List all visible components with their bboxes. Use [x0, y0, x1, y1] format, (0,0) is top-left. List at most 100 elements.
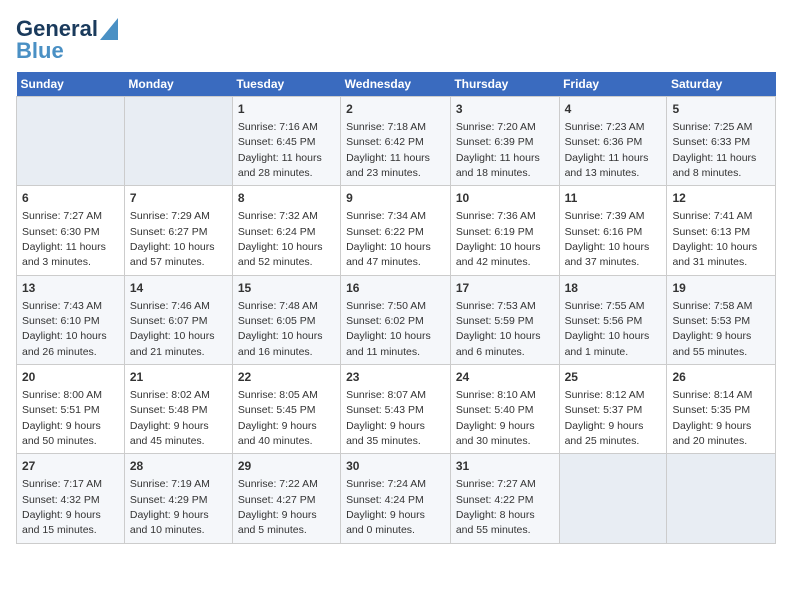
calendar-cell: 9Sunrise: 7:34 AM Sunset: 6:22 PM Daylig… — [341, 186, 451, 275]
day-info: Sunrise: 8:14 AM Sunset: 5:35 PM Dayligh… — [672, 389, 752, 447]
day-info: Sunrise: 7:55 AM Sunset: 5:56 PM Dayligh… — [565, 300, 650, 358]
day-info: Sunrise: 7:27 AM Sunset: 6:30 PM Dayligh… — [22, 210, 106, 268]
calendar-cell: 2Sunrise: 7:18 AM Sunset: 6:42 PM Daylig… — [341, 97, 451, 186]
calendar-header-row: SundayMondayTuesdayWednesdayThursdayFrid… — [17, 72, 776, 97]
day-info: Sunrise: 7:16 AM Sunset: 6:45 PM Dayligh… — [238, 121, 322, 179]
header-monday: Monday — [124, 72, 232, 97]
logo-triangle-icon — [100, 18, 118, 40]
day-info: Sunrise: 8:07 AM Sunset: 5:43 PM Dayligh… — [346, 389, 426, 447]
calendar-cell: 12 Sunrise: 7:41 AM Sunset: 6:13 PM Dayli… — [667, 186, 776, 275]
day-number: 12 — [672, 190, 770, 207]
day-info: Sunrise: 7:19 AM Sunset: 4:29 PM Dayligh… — [130, 478, 210, 536]
day-number: 26 — [672, 369, 770, 386]
day-number: 3 — [456, 101, 554, 118]
day-info: Sunrise: 7:27 AM Sunset: 4:22 PM Dayligh… — [456, 478, 536, 536]
calendar-cell — [667, 454, 776, 543]
calendar-cell: 31 Sunrise: 7:27 AM Sunset: 4:22 PM Dayli… — [450, 454, 559, 543]
calendar-cell — [559, 454, 667, 543]
day-number: 1 — [238, 101, 335, 118]
page-header: General Blue — [16, 16, 776, 64]
day-number: 5 — [672, 101, 770, 118]
day-info: Sunrise: 7:24 AM Sunset: 4:24 PM Dayligh… — [346, 478, 426, 536]
calendar-cell: 5Sunrise: 7:25 AM Sunset: 6:33 PM Daylig… — [667, 97, 776, 186]
day-info: Sunrise: 7:17 AM Sunset: 4:32 PM Dayligh… — [22, 478, 102, 536]
calendar-week-row: 1 Sunrise: 7:16 AM Sunset: 6:45 PM Daylig… — [17, 97, 776, 186]
day-number: 29 — [238, 458, 335, 475]
day-info: Sunrise: 7:58 AM Sunset: 5:53 PM Dayligh… — [672, 300, 752, 358]
day-info: Sunrise: 7:20 AM Sunset: 6:39 PM Dayligh… — [456, 121, 540, 179]
day-number: 10 — [456, 190, 554, 207]
day-info: Sunrise: 7:46 AM Sunset: 6:07 PM Dayligh… — [130, 300, 215, 358]
calendar-week-row: 20 Sunrise: 8:00 AM Sunset: 5:51 PM Dayli… — [17, 365, 776, 454]
day-number: 27 — [22, 458, 119, 475]
calendar-cell: 11 Sunrise: 7:39 AM Sunset: 6:16 PM Dayli… — [559, 186, 667, 275]
calendar-cell: 21 Sunrise: 8:02 AM Sunset: 5:48 PM Dayli… — [124, 365, 232, 454]
calendar-table: SundayMondayTuesdayWednesdayThursdayFrid… — [16, 72, 776, 544]
day-info: Sunrise: 8:12 AM Sunset: 5:37 PM Dayligh… — [565, 389, 645, 447]
header-wednesday: Wednesday — [341, 72, 451, 97]
day-number: 17 — [456, 280, 554, 297]
day-number: 7 — [130, 190, 227, 207]
calendar-cell: 14 Sunrise: 7:46 AM Sunset: 6:07 PM Dayli… — [124, 275, 232, 364]
day-info: Sunrise: 7:39 AM Sunset: 6:16 PM Dayligh… — [565, 210, 650, 268]
day-number: 2 — [346, 101, 445, 118]
day-number: 25 — [565, 369, 662, 386]
calendar-week-row: 6 Sunrise: 7:27 AM Sunset: 6:30 PM Daylig… — [17, 186, 776, 275]
calendar-cell — [124, 97, 232, 186]
day-number: 21 — [130, 369, 227, 386]
day-info: Sunrise: 7:32 AM Sunset: 6:24 PM Dayligh… — [238, 210, 323, 268]
calendar-cell: 24Sunrise: 8:10 AM Sunset: 5:40 PM Dayli… — [450, 365, 559, 454]
calendar-cell: 8 Sunrise: 7:32 AM Sunset: 6:24 PM Daylig… — [232, 186, 340, 275]
day-number: 30 — [346, 458, 445, 475]
day-info: Sunrise: 7:43 AM Sunset: 6:10 PM Dayligh… — [22, 300, 107, 358]
day-number: 18 — [565, 280, 662, 297]
calendar-cell: 30 Sunrise: 7:24 AM Sunset: 4:24 PM Dayli… — [341, 454, 451, 543]
day-number: 14 — [130, 280, 227, 297]
day-number: 8 — [238, 190, 335, 207]
day-number: 11 — [565, 190, 662, 207]
day-number: 13 — [22, 280, 119, 297]
day-info: Sunrise: 7:53 AM Sunset: 5:59 PM Dayligh… — [456, 300, 541, 358]
day-info: Sunrise: 7:41 AM Sunset: 6:13 PM Dayligh… — [672, 210, 757, 268]
day-info: Sunrise: 7:34 AM Sunset: 6:22 PM Dayligh… — [346, 210, 431, 268]
calendar-cell: 16Sunrise: 7:50 AM Sunset: 6:02 PM Dayli… — [341, 275, 451, 364]
calendar-cell: 28Sunrise: 7:19 AM Sunset: 4:29 PM Dayli… — [124, 454, 232, 543]
day-number: 24 — [456, 369, 554, 386]
calendar-cell: 26 Sunrise: 8:14 AM Sunset: 5:35 PM Dayli… — [667, 365, 776, 454]
calendar-cell: 15 Sunrise: 7:48 AM Sunset: 6:05 PM Dayli… — [232, 275, 340, 364]
calendar-cell: 3 Sunrise: 7:20 AM Sunset: 6:39 PM Daylig… — [450, 97, 559, 186]
calendar-cell: 6 Sunrise: 7:27 AM Sunset: 6:30 PM Daylig… — [17, 186, 125, 275]
calendar-cell — [17, 97, 125, 186]
day-number: 4 — [565, 101, 662, 118]
header-friday: Friday — [559, 72, 667, 97]
logo: General Blue — [16, 16, 118, 64]
calendar-cell: 29 Sunrise: 7:22 AM Sunset: 4:27 PM Dayli… — [232, 454, 340, 543]
day-info: Sunrise: 8:02 AM Sunset: 5:48 PM Dayligh… — [130, 389, 210, 447]
day-info: Sunrise: 7:23 AM Sunset: 6:36 PM Dayligh… — [565, 121, 649, 179]
day-info: Sunrise: 7:48 AM Sunset: 6:05 PM Dayligh… — [238, 300, 323, 358]
calendar-cell: 10 Sunrise: 7:36 AM Sunset: 6:19 PM Dayli… — [450, 186, 559, 275]
calendar-cell: 22Sunrise: 8:05 AM Sunset: 5:45 PM Dayli… — [232, 365, 340, 454]
day-number: 6 — [22, 190, 119, 207]
header-thursday: Thursday — [450, 72, 559, 97]
logo-blue: Blue — [16, 38, 64, 64]
day-info: Sunrise: 7:36 AM Sunset: 6:19 PM Dayligh… — [456, 210, 541, 268]
calendar-cell: 18 Sunrise: 7:55 AM Sunset: 5:56 PM Dayli… — [559, 275, 667, 364]
header-sunday: Sunday — [17, 72, 125, 97]
calendar-week-row: 27 Sunrise: 7:17 AM Sunset: 4:32 PM Dayli… — [17, 454, 776, 543]
calendar-cell: 27 Sunrise: 7:17 AM Sunset: 4:32 PM Dayli… — [17, 454, 125, 543]
calendar-cell: 23Sunrise: 8:07 AM Sunset: 5:43 PM Dayli… — [341, 365, 451, 454]
day-number: 31 — [456, 458, 554, 475]
day-number: 16 — [346, 280, 445, 297]
day-number: 19 — [672, 280, 770, 297]
calendar-cell: 1 Sunrise: 7:16 AM Sunset: 6:45 PM Daylig… — [232, 97, 340, 186]
day-number: 15 — [238, 280, 335, 297]
day-info: Sunrise: 7:22 AM Sunset: 4:27 PM Dayligh… — [238, 478, 318, 536]
calendar-cell: 25 Sunrise: 8:12 AM Sunset: 5:37 PM Dayli… — [559, 365, 667, 454]
day-info: Sunrise: 8:00 AM Sunset: 5:51 PM Dayligh… — [22, 389, 102, 447]
day-number: 20 — [22, 369, 119, 386]
day-info: Sunrise: 7:29 AM Sunset: 6:27 PM Dayligh… — [130, 210, 215, 268]
calendar-cell: 4 Sunrise: 7:23 AM Sunset: 6:36 PM Daylig… — [559, 97, 667, 186]
calendar-cell: 17 Sunrise: 7:53 AM Sunset: 5:59 PM Dayli… — [450, 275, 559, 364]
calendar-cell: 20 Sunrise: 8:00 AM Sunset: 5:51 PM Dayli… — [17, 365, 125, 454]
